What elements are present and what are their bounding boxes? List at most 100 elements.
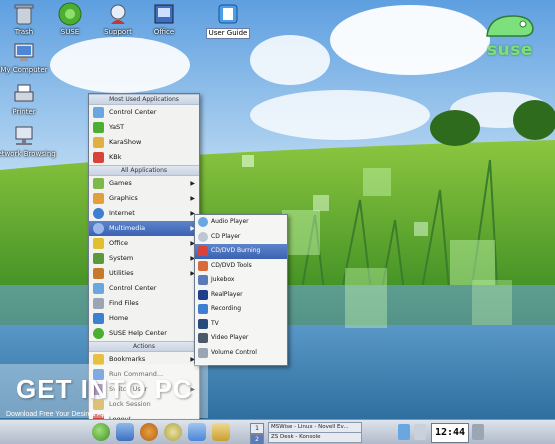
karashow-icon (93, 137, 104, 148)
utilities-icon (93, 268, 104, 279)
home-launcher-icon[interactable] (116, 423, 134, 441)
control-center-icon (93, 283, 104, 294)
network-browsing-label: Network Browsing (0, 150, 56, 158)
start-button[interactable] (92, 423, 110, 441)
menu-item-games[interactable]: Games ▶ (89, 176, 199, 191)
taskbar-task[interactable]: ZS Desk - Konsole (268, 432, 362, 443)
internet-icon (93, 208, 104, 219)
user-guide-label: User Guide (205, 28, 251, 39)
menu-item-graphics[interactable]: Graphics ▶ (89, 191, 199, 206)
recording-icon (198, 304, 208, 314)
my-computer-label: My Computer (0, 66, 48, 74)
submenu-item-label: CD/DVD Tools (211, 261, 252, 269)
menu-item-label: Utilities (109, 269, 134, 277)
menu-item-label: Office (109, 239, 128, 247)
menu-item-internet[interactable]: Internet ▶ (89, 206, 199, 221)
submenu-item-label: CD Player (211, 232, 241, 240)
menu-item-control-center[interactable]: Control Center (89, 105, 199, 120)
menu-item-label: KBk (109, 153, 122, 161)
support-icon (110, 4, 126, 24)
submenu-item-tv[interactable]: TV (195, 317, 287, 332)
video-player-icon (198, 333, 208, 343)
system-icon (93, 253, 104, 264)
network-browsing-desktop-icon[interactable]: Network Browsing (0, 124, 56, 159)
submenu-item-label: Video Player (211, 334, 249, 341)
submenu-item-recording[interactable]: Recording (195, 302, 287, 317)
menu-item-home[interactable]: Home (89, 311, 199, 326)
menu-item-label: Find Files (109, 299, 139, 307)
help-launcher-icon[interactable] (164, 423, 182, 441)
menu-item-yast[interactable]: YaST (89, 120, 199, 135)
find-files-icon (93, 298, 104, 309)
printer-desktop-icon[interactable]: Printer (0, 82, 56, 117)
control-center-icon (93, 107, 104, 118)
office-label: Office (153, 28, 175, 36)
tv-icon (198, 318, 208, 329)
menu-item-label: Bookmarks (109, 355, 146, 363)
submenu-item-video-player[interactable]: Video Player (195, 331, 287, 346)
multimedia-icon (93, 223, 104, 234)
yast-icon (93, 122, 104, 133)
submenu-item-label: Volume Control (211, 348, 257, 356)
jukebox-icon (198, 275, 208, 285)
menu-item-find-files[interactable]: Find Files (89, 296, 199, 311)
menu-item-kbk[interactable]: KBk (89, 150, 199, 165)
menu-item-label: Control Center (109, 108, 157, 116)
all-applications-section-header: All Applications (89, 165, 199, 176)
menu-item-label: Home (109, 314, 129, 322)
kbk-icon (93, 152, 104, 163)
panel-menu-icon[interactable] (472, 424, 484, 440)
trash-icon (14, 4, 34, 25)
actions-section-header: Actions (89, 341, 199, 352)
menu-item-label: SUSE Help Center (109, 329, 167, 337)
audio-player-icon (198, 217, 208, 227)
printer-label: Printer (12, 108, 36, 116)
submenu-item-label: Jukebox (211, 276, 235, 283)
menu-item-multimedia[interactable]: Multimedia ▶ (89, 221, 199, 236)
cd-player-icon (198, 231, 208, 242)
realplayer-icon (198, 289, 208, 300)
email-launcher-icon[interactable] (212, 423, 230, 441)
submenu-item-cd-burning[interactable]: CD/DVD Burning (195, 244, 287, 259)
menu-item-utilities[interactable]: Utilities ▶ (89, 266, 199, 281)
menu-item-karashow[interactable]: KaraShow (89, 135, 199, 150)
menu-item-label: Multimedia (109, 224, 146, 232)
browser-launcher-icon[interactable] (140, 423, 158, 441)
submenu-arrow-icon: ▶ (190, 180, 195, 187)
submenu-item-cd-player[interactable]: CD Player (195, 230, 287, 245)
menu-item-label: YaST (109, 123, 125, 131)
menu-item-control-center-2[interactable]: Control Center (89, 281, 199, 296)
desktop: Trash SUSE Support Office User Guide My … (0, 0, 555, 444)
volume-tray-icon[interactable] (414, 424, 426, 440)
office-icon (154, 4, 174, 24)
network-tray-icon[interactable] (398, 424, 410, 440)
office-desktop-icon[interactable]: Office (132, 2, 196, 37)
menu-item-help-center[interactable]: SUSE Help Center (89, 326, 199, 341)
pager-desktop-1[interactable]: 1 (250, 423, 264, 434)
submenu-item-label: TV (211, 319, 219, 327)
graphics-icon (93, 193, 104, 204)
clock[interactable]: 12:44 (431, 423, 469, 443)
submenu-item-label: Audio Player (211, 218, 249, 225)
games-icon (93, 178, 104, 189)
submenu-item-audio-player[interactable]: Audio Player (195, 215, 287, 230)
cd-burning-icon (198, 246, 208, 256)
suse-logo: suse (479, 10, 541, 60)
menu-item-system[interactable]: System ▶ (89, 251, 199, 266)
menu-item-label: KaraShow (109, 138, 142, 146)
home-icon (93, 313, 104, 324)
taskbar: 1 2 MSWise - Linux - Novell Ev... ZS Des… (0, 419, 555, 444)
pager-desktop-2[interactable]: 2 (250, 434, 264, 444)
submenu-item-cd-tools[interactable]: CD/DVD Tools (195, 259, 287, 274)
submenu-item-jukebox[interactable]: Jukebox (195, 273, 287, 288)
submenu-arrow-icon: ▶ (190, 195, 195, 202)
office-launcher-icon[interactable] (188, 423, 206, 441)
menu-item-office[interactable]: Office ▶ (89, 236, 199, 251)
watermark: GET INTO PC Download Free Your Desired A… (0, 364, 208, 418)
submenu-item-realplayer[interactable]: RealPlayer (195, 288, 287, 303)
help-center-icon (93, 328, 104, 339)
submenu-item-volume-control[interactable]: Volume Control (195, 346, 287, 361)
my-computer-desktop-icon[interactable]: My Computer (0, 40, 56, 75)
multimedia-submenu: Audio Player CD Player CD/DVD Burning CD… (194, 214, 288, 366)
user-guide-desktop-icon[interactable]: User Guide (196, 2, 260, 39)
